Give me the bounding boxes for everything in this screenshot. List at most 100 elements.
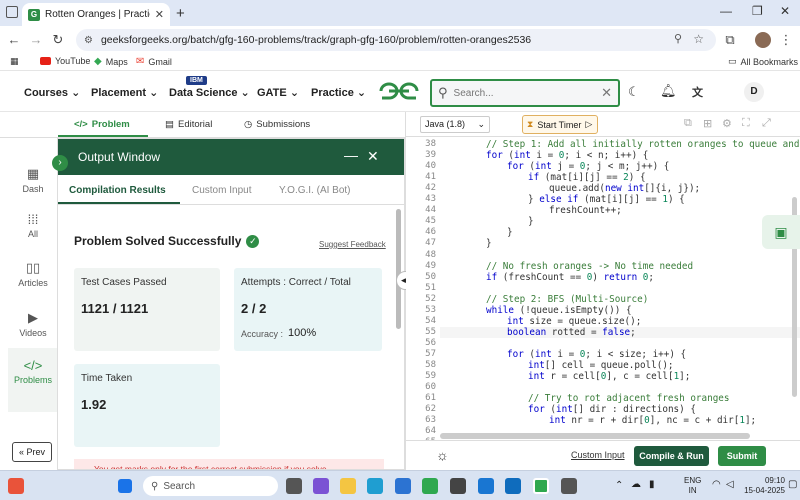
extensions-icon[interactable]: ⧉ [722, 32, 738, 48]
cloud-icon[interactable]: ☁ [631, 479, 641, 490]
prev-button[interactable]: « Prev [12, 442, 52, 462]
close-output-icon[interactable]: ✕ [367, 148, 379, 165]
menu-placement-label: Placement [91, 87, 147, 99]
copilot-icon[interactable] [313, 478, 329, 494]
language-indicator[interactable]: ENG IN [684, 476, 701, 496]
custom-input-link[interactable]: Custom Input [571, 450, 625, 460]
tab-custom-input[interactable]: Custom Input [192, 185, 251, 196]
brightness-icon[interactable]: ☼ [436, 447, 449, 463]
dark-mode-icon[interactable]: ☾ [628, 84, 640, 100]
browser-tab[interactable]: G Rotten Oranges | Practice | Gee ✕ [22, 3, 170, 26]
minimize-icon[interactable]: — [720, 4, 732, 18]
tab-problem[interactable]: </> Problem [74, 119, 130, 130]
maximize-icon[interactable]: ❐ [752, 4, 763, 18]
expand-icon[interactable]: ⤢ [762, 117, 771, 130]
reload-icon[interactable]: ↻ [50, 32, 66, 48]
tab-editorial[interactable]: ▤ Editorial [165, 119, 212, 130]
notification-icon[interactable]: ▢ [788, 479, 797, 490]
task-view-icon[interactable] [286, 478, 302, 494]
tab-compilation-results[interactable]: Compilation Results [69, 185, 166, 196]
search-input[interactable] [453, 87, 596, 99]
rail-problems[interactable]: </> Problems [8, 348, 58, 412]
submit-button[interactable]: Submit [718, 446, 766, 466]
output-scrollbar[interactable] [396, 209, 401, 329]
bookmark-gmail[interactable]: ✉ Gmail [136, 56, 172, 67]
user-avatar[interactable]: D [744, 82, 764, 102]
reset-icon[interactable]: ⊞ [703, 117, 712, 130]
chevron-down-icon: ⌄ [477, 119, 485, 129]
chrome-menu-icon[interactable]: ⋮ [778, 32, 794, 48]
forward-icon[interactable]: → [28, 32, 44, 47]
bookmark-star-icon[interactable]: ☆ [693, 32, 704, 46]
chrome-active-icon[interactable] [533, 478, 549, 494]
app-icon[interactable] [561, 478, 577, 494]
volume-icon[interactable]: ◁ [726, 479, 734, 490]
close-window-icon[interactable]: ✕ [780, 4, 790, 18]
chevron-down-icon: ⌄ [149, 87, 159, 99]
apps-icon[interactable]: ▦ [10, 56, 19, 67]
code-editor[interactable]: 38 // Step 1: Add all initially rotten or… [406, 137, 800, 440]
clock[interactable]: 09:10 15-04-2025 [740, 476, 785, 496]
expand-chevron-icon[interactable]: › [52, 155, 68, 171]
menu-courses[interactable]: Courses ⌄ [24, 86, 80, 99]
clear-search-icon[interactable]: ✕ [601, 85, 612, 101]
windows-start-icon[interactable] [118, 479, 132, 493]
bookmark-youtube[interactable]: YouTube [40, 56, 90, 66]
close-tab-icon[interactable]: ✕ [155, 8, 164, 21]
address-bar[interactable]: ⚙ geeksforgeeks.org/batch/gfg-160-proble… [76, 29, 716, 51]
app-icon[interactable] [478, 478, 494, 494]
site-info-icon[interactable]: ⚙ [84, 35, 93, 46]
edge-icon[interactable] [367, 478, 383, 494]
rail-videos[interactable]: ▶ Videos [8, 310, 58, 338]
menu-placement[interactable]: Placement ⌄ [91, 86, 158, 99]
code-line: queue.add(new int[]{i, j}); [549, 183, 701, 195]
file-explorer-icon[interactable] [340, 478, 356, 494]
rail-all[interactable]: ⁞⁞⁞ All [8, 212, 58, 239]
translate-icon[interactable]: 文 [692, 84, 703, 100]
tests-label: Test Cases Passed [81, 277, 167, 288]
rail-articles[interactable]: ▯▯ Articles [8, 260, 58, 288]
tab-submissions[interactable]: ◷ Submissions [244, 119, 310, 130]
chevron-up-icon[interactable]: ⌃ [615, 480, 623, 491]
zoom-icon[interactable]: ⚲ [674, 32, 682, 45]
suggest-feedback-link[interactable]: Suggest Feedback [319, 240, 386, 249]
wifi-icon[interactable]: ◠ [712, 479, 721, 490]
menu-data-science[interactable]: Data Science ⌄ [169, 86, 250, 99]
all-bookmarks[interactable]: ▭ All Bookmarks [728, 56, 798, 67]
store-icon[interactable] [395, 478, 411, 494]
menu-practice[interactable]: Practice ⌄ [311, 86, 366, 99]
code-icon: </> [74, 119, 88, 130]
chat-icon[interactable]: ▣ [762, 215, 800, 249]
copy-icon[interactable]: ⧉ [684, 117, 692, 130]
tab-yogi-ai-bot[interactable]: Y.O.G.I. (AI Bot) [279, 185, 351, 196]
site-search[interactable]: ⚲ ✕ [430, 79, 620, 107]
tab-switcher-icon[interactable] [6, 6, 18, 18]
output-tabs: Compilation Results Custom Input Y.O.G.I… [58, 175, 404, 205]
fullscreen-icon[interactable]: ⛶ [742, 117, 750, 130]
chrome-icon[interactable] [422, 478, 438, 494]
battery-icon[interactable]: ▮ [649, 479, 655, 490]
menu-gate[interactable]: GATE ⌄ [257, 86, 299, 99]
gfg-logo[interactable] [377, 80, 421, 102]
chevron-down-icon: ⌄ [356, 87, 367, 99]
news-widget-icon[interactable] [8, 478, 24, 494]
language-select[interactable]: Java (1.8) ⌄ [420, 116, 490, 133]
new-tab-icon[interactable]: + [176, 5, 185, 22]
search-icon: ⚲ [151, 480, 159, 492]
compile-run-button[interactable]: Compile & Run [634, 446, 709, 466]
start-timer-button[interactable]: ⧗ Start Timer ▷ [522, 115, 598, 134]
bookmark-gmail-label: Gmail [148, 56, 172, 67]
profile-avatar[interactable] [755, 32, 771, 48]
back-icon[interactable]: ← [6, 32, 22, 47]
taskbar-search[interactable]: ⚲ Search [143, 476, 278, 496]
bookmark-maps[interactable]: ◆ Maps [94, 56, 128, 67]
minimize-output-icon[interactable]: — [344, 147, 358, 163]
rail-dash[interactable]: ▦ Dash [8, 166, 58, 194]
notification-bell-icon[interactable]: 🔔︎ [660, 83, 677, 99]
camera-icon[interactable] [450, 478, 466, 494]
line-number: 51 [425, 282, 436, 293]
outlook-icon[interactable] [505, 478, 521, 494]
time-value: 1.92 [81, 397, 107, 412]
editor-horizontal-scrollbar[interactable] [440, 433, 750, 439]
settings-icon[interactable]: ⚙ [722, 117, 732, 130]
